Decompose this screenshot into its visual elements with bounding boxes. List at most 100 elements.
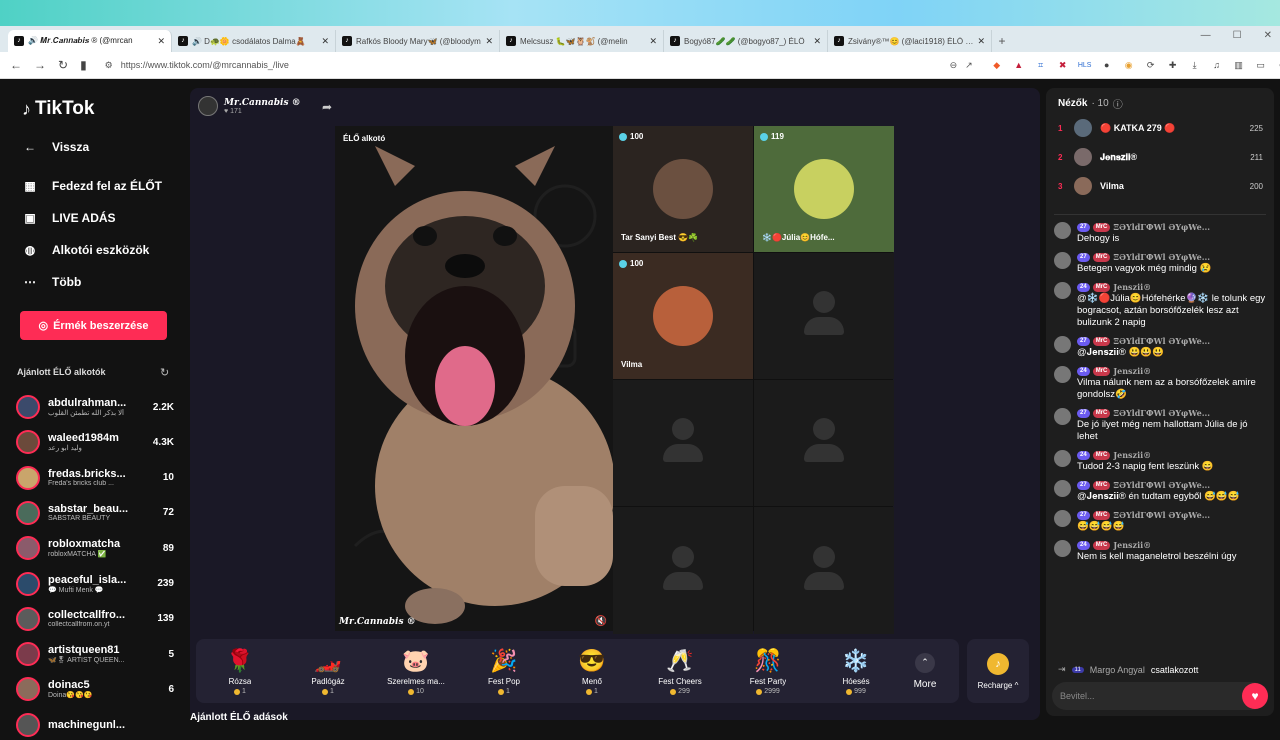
zoom-icon[interactable]: ⊖ [950,60,958,71]
get-coins-button[interactable]: ◎ Érmék beszerzése [20,311,167,340]
nav-item[interactable]: ▦ Fedezd fel az ÉLŐT [22,179,162,193]
minimize-icon[interactable]: — [1201,30,1211,41]
host-avatar[interactable] [198,96,218,116]
browser-tab[interactable]: ♪ Rafkós Bloody Mary🦋 (@bloodym ✕ [336,30,500,52]
tab-close-icon[interactable]: ✕ [157,36,165,47]
top-viewer-row[interactable]: 1 🔴 KATKA 279 🔴 225 [1058,118,1263,138]
like-heart-button[interactable]: ♥ [1242,683,1268,709]
chat-avatar[interactable] [1054,336,1071,353]
join-user[interactable]: Margo Angyal [1090,665,1145,675]
gift-item[interactable]: 🏎️ Padlógáz 1 [284,647,372,695]
tiktok-logo[interactable]: ♪ TikTok [22,98,94,120]
browser-tab[interactable]: ♪ Bogyó87🥒🥒 (@bogyo87_) ÉLŐ ✕ [664,30,828,52]
guest-tile[interactable]: 119 ❄️🔴Júlia😊Hófe... [754,126,894,252]
chat-avatar[interactable] [1054,366,1071,383]
browser-tab[interactable]: ♪ Melcsusz 🐛🦋🦉🐒 (@melin ✕ [500,30,664,52]
reload-icon[interactable]: ↻ [58,58,68,72]
chat-username[interactable]: ΞӘYldΓФWl ӘYφWe... [1113,510,1210,520]
host-video[interactable]: ÉLŐ alkotó 𝑴𝒓.𝑪𝒂𝒏𝒏𝒂𝒃𝒊𝒔 ® 🔇 [335,126,613,631]
chat-avatar[interactable] [1054,540,1071,557]
tab-close-icon[interactable]: ✕ [321,36,329,47]
chat-username[interactable]: ΞӘYldΓФWl ӘYφWe... [1113,408,1210,418]
bookmark-icon[interactable]: ▮ [80,58,87,72]
chat-username[interactable]: 𝐉𝐞𝐧𝐬𝐳𝐢𝐢® [1113,540,1151,550]
recommended-creator[interactable]: abdulrahman... ألا بذكر الله تطمئن القلوب… [16,392,174,422]
tab-close-icon[interactable]: ✕ [813,36,821,47]
recommended-creator[interactable]: artistqueen81 🦋🎖 ARTIST QUEEN... 5 [16,639,174,669]
gift-item[interactable]: 🐷 Szerelmes ma... 10 [372,647,460,695]
chat-username[interactable]: 𝐉𝐞𝐧𝐬𝐳𝐢𝐢® [1113,450,1151,460]
browser-tab[interactable]: ♪ 🔊 D🐢🌼 csodálatos Dalma🧸 ✕ [172,30,336,52]
chrome-icon[interactable]: ◉ [1123,59,1135,71]
puzzle-icon[interactable]: ✚ [1167,59,1179,71]
forward-nav-icon[interactable]: → [34,58,46,72]
chat-avatar[interactable] [1054,450,1071,467]
recommended-creator[interactable]: collectcallfro... collectcallfrom.on.yt 13… [16,604,174,634]
refresh-icon[interactable]: ↻ [160,366,169,379]
tab-close-icon[interactable]: ✕ [977,36,985,47]
info-icon[interactable]: ⓘ [1113,96,1123,111]
sidebar-toggle-icon[interactable]: ▥ [1233,59,1245,71]
new-tab-icon[interactable]: + [992,30,1012,52]
chat-username[interactable]: ΞӘYldΓФWl ӘYφWe... [1113,480,1210,490]
recommended-creator[interactable]: peaceful_isla... 💬 Mufti Menk 💬 239 [16,569,174,599]
gift-item[interactable]: 🌹 Rózsa 1 [196,647,284,695]
empty-guest-slot[interactable] [754,380,894,506]
recommended-creator[interactable]: fredas.bricks... Freda's bricks club ... 1… [16,463,174,493]
tab-close-icon[interactable]: ✕ [649,36,657,47]
extension-x-icon[interactable]: ✖ [1057,59,1069,71]
top-viewer-row[interactable]: 2 𝐉𝐞𝐧𝐬𝐳𝐢𝐢® 211 [1058,147,1263,167]
github-icon[interactable]: ● [1101,59,1113,71]
wallet-icon[interactable]: ▭ [1255,59,1267,71]
empty-guest-slot[interactable] [754,253,894,379]
download-icon[interactable]: ⤓ [1189,59,1201,71]
chat-input[interactable]: Bevitel... ☺ [1052,682,1266,710]
maximize-icon[interactable]: ☐ [1233,30,1242,41]
chat-avatar[interactable] [1054,480,1071,497]
share-icon[interactable]: ➦ [322,100,332,114]
gift-item[interactable]: 🎉 Fest Pop 1 [460,647,548,695]
share-page-icon[interactable]: ↗ [965,60,973,71]
guest-tile[interactable]: 100 Tar Sanyi Best 😎☘️ [613,126,753,252]
tab-close-icon[interactable]: ✕ [485,36,493,47]
empty-guest-slot[interactable] [754,507,894,634]
chat-avatar[interactable] [1054,510,1071,527]
chat-username[interactable]: ΞӘYldΓФWl ӘYφWe... [1113,252,1210,262]
gift-item[interactable]: 🎊 Fest Party 2999 [724,647,812,695]
chat-avatar[interactable] [1054,252,1071,269]
gift-item[interactable]: 😎 Menő 1 [548,647,636,695]
guest-tile[interactable]: 100 Vilma [613,253,753,379]
nav-item[interactable]: ▣ LIVE ADÁS [22,211,115,225]
back-link[interactable]: ← Vissza [22,140,89,154]
chat-avatar[interactable] [1054,408,1071,425]
sync-icon[interactable]: ⟳ [1145,59,1157,71]
chat-avatar[interactable] [1054,222,1071,239]
recommended-creator[interactable]: machinegunl... [16,710,174,740]
music-icon[interactable]: ♫ [1211,59,1223,71]
close-window-icon[interactable]: ✕ [1264,30,1272,41]
chat-avatar[interactable] [1054,282,1071,299]
chat-username[interactable]: 𝐉𝐞𝐧𝐬𝐳𝐢𝐢® [1113,282,1151,292]
site-settings-icon[interactable]: ⚙ [105,60,113,71]
more-gifts-button[interactable]: ⌃ More [900,652,950,690]
chat-username[interactable]: ΞӘYldΓФWl ӘYφWe... [1113,336,1210,346]
gift-item[interactable]: ❄️ Hóesés 999 [812,647,900,695]
triangle-icon[interactable]: ▲ [1013,59,1025,71]
back-nav-icon[interactable]: ← [10,58,22,72]
recommended-creator[interactable]: sabstar_beau... SABSTAR BEAUTY 72 [16,498,174,528]
mic-muted-icon[interactable]: 🔇 [595,616,607,627]
chat-username[interactable]: ΞӘYldΓФWl ӘYφWe... [1113,222,1210,232]
recommended-creator[interactable]: waleed1984m وليد ابو رعد 4.3K [16,427,174,457]
nav-item[interactable]: ⋯ Több [22,275,81,289]
brave-shield-icon[interactable]: ◆ [991,59,1003,71]
recommended-creator[interactable]: doinac5 Doina😘😘😘 6 [16,674,174,704]
empty-guest-slot[interactable] [613,507,753,634]
nav-item[interactable]: ◍ Alkotói eszközök [22,243,150,257]
browser-tab[interactable]: ♪ Zsivány®™😊 (@laci1918) ÉLŐ adás ✕ [828,30,992,52]
top-viewer-row[interactable]: 3 Vilma 200 [1058,176,1263,196]
recommended-creator[interactable]: robloxmatcha robloxMATCHA ✅ 89 [16,533,174,563]
translate-icon[interactable]: ⌗ [1035,59,1047,71]
chat-username[interactable]: 𝐉𝐞𝐧𝐬𝐳𝐢𝐢® [1113,366,1151,376]
gift-item[interactable]: 🥂 Fest Cheers 299 [636,647,724,695]
recharge-button[interactable]: ♪ Recharge ^ [967,639,1029,703]
